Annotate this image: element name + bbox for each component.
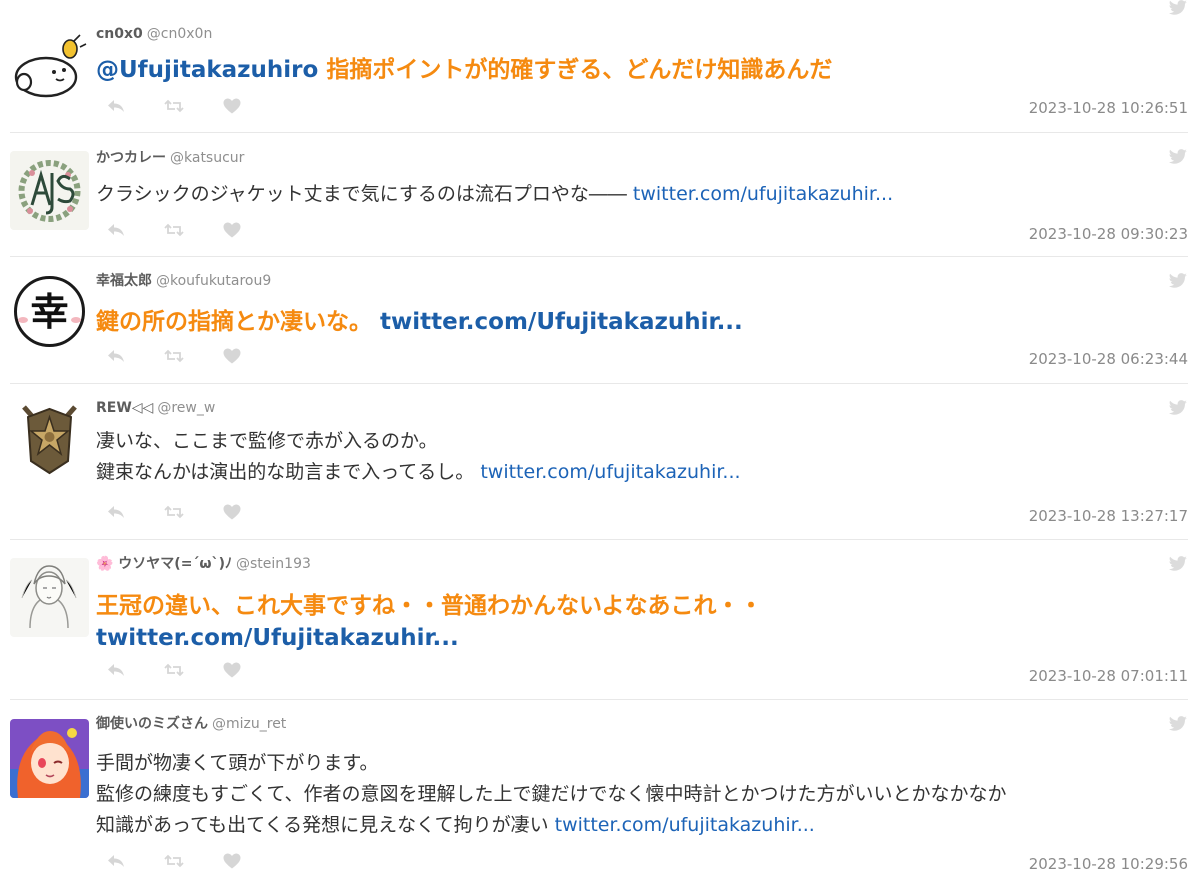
tweet-text-content: 王冠の違い、これ大事ですね・・普通わかんないよなあこれ・・ <box>96 593 763 619</box>
tweet-item: 御使いのミズさん @mizu_ret 手間が物凄くて頭が下がります。 監修の練度も… <box>10 700 1188 879</box>
tweet-link[interactable]: twitter.com/ufujitakazuhir... <box>555 814 815 836</box>
sketch-portrait-avatar-image <box>10 558 89 637</box>
tweet-item: かつカレー @katsucur クラシックのジャケット丈まで気にするのは流石プロや… <box>10 133 1188 257</box>
user-handle[interactable]: @stein193 <box>236 556 311 572</box>
tweet-text: 鍵の所の指摘とか凄いな。 twitter.com/Ufujitakazuhir.… <box>96 306 1184 338</box>
heart-icon[interactable] <box>222 346 242 366</box>
tweet-link[interactable]: twitter.com/ufujitakazuhir... <box>633 183 893 205</box>
reply-icon[interactable] <box>106 660 126 680</box>
twitter-bird-icon[interactable] <box>1168 149 1188 165</box>
reply-icon[interactable] <box>106 96 126 116</box>
tweet-item: REW◁◁ @rew_w 凄いな、ここまで監修で赤が入るのか。 鍵束なんかは演出的… <box>10 384 1188 540</box>
tweet-item: cn0x0 @cn0x0n @Ufujitakazuhiro 指摘ポイントが的確す… <box>10 0 1188 133</box>
kanji-avatar-image: 幸 <box>10 272 89 351</box>
retweet-icon[interactable] <box>164 660 184 680</box>
avatar[interactable] <box>10 151 89 230</box>
reply-icon[interactable] <box>106 220 126 240</box>
tweet-actions <box>106 96 280 116</box>
reply-icon[interactable] <box>106 851 126 871</box>
wreath-avatar-image <box>10 151 89 230</box>
user-handle[interactable]: @mizu_ret <box>212 716 286 732</box>
twitter-bird-icon[interactable] <box>1168 400 1188 416</box>
heart-icon[interactable] <box>222 96 242 116</box>
display-name[interactable]: 御使いのミズさん <box>96 716 208 732</box>
tweet-text: 王冠の違い、これ大事ですね・・普通わかんないよなあこれ・・ twitter.co… <box>96 590 1184 654</box>
timestamp[interactable]: 2023-10-28 09:30:23 <box>1029 224 1188 244</box>
tweet-header: 幸福太郎 @koufukutarou9 <box>96 272 271 290</box>
avatar[interactable] <box>10 719 89 798</box>
timestamp[interactable]: 2023-10-28 07:01:11 <box>1029 666 1188 686</box>
tweet-actions <box>106 502 280 522</box>
tweet-item: 🌸 ウソヤマ(=´ω`)ﾉ @stein193 王冠の違い、これ大事ですね・・普通… <box>10 540 1188 700</box>
medal-avatar-image <box>10 399 89 478</box>
display-name[interactable]: 🌸 ウソヤマ(=´ω`)ﾉ <box>96 556 232 572</box>
reply-icon[interactable] <box>106 346 126 366</box>
tweet-text: 凄いな、ここまで監修で赤が入るのか。 鍵束なんかは演出的な助言まで入ってるし。 … <box>96 426 1184 488</box>
timestamp[interactable]: 2023-10-28 13:27:17 <box>1029 506 1188 526</box>
tweet-text-content: クラシックのジャケット丈まで気にするのは流石プロやな―― <box>96 183 633 205</box>
display-name[interactable]: かつカレー <box>96 150 166 166</box>
avatar[interactable] <box>10 27 89 106</box>
display-name[interactable]: REW◁◁ <box>96 400 153 416</box>
heart-icon[interactable] <box>222 660 242 680</box>
tweet-link[interactable]: twitter.com/ufujitakazuhir... <box>480 461 740 483</box>
retweet-icon[interactable] <box>164 220 184 240</box>
avatar[interactable] <box>10 399 89 478</box>
tweet-text-content: 手間が物凄くて頭が下がります。 監修の練度もすごくて、作者の意図を理解した上で鍵… <box>96 752 1007 836</box>
user-handle[interactable]: @cn0x0n <box>147 26 213 42</box>
tweet-text: @Ufujitakazuhiro 指摘ポイントが的確すぎる、どんだけ知識あんだ <box>96 54 1184 86</box>
user-handle[interactable]: @katsucur <box>170 150 244 166</box>
tweet-text-content: 指摘ポイントが的確すぎる、どんだけ知識あんだ <box>318 57 833 83</box>
retweet-icon[interactable] <box>164 96 184 116</box>
user-handle[interactable]: @koufukutarou9 <box>156 273 271 289</box>
avatar[interactable] <box>10 558 89 637</box>
user-handle[interactable]: @rew_w <box>157 400 215 416</box>
timestamp[interactable]: 2023-10-28 06:23:44 <box>1029 349 1188 369</box>
tweet-actions <box>106 660 280 680</box>
anime-girl-avatar-image <box>10 719 89 798</box>
heart-icon[interactable] <box>222 220 242 240</box>
mention-link[interactable]: @Ufujitakazuhiro <box>96 57 318 83</box>
tweet-header: 御使いのミズさん @mizu_ret <box>96 715 286 733</box>
tweet-header: REW◁◁ @rew_w <box>96 399 215 417</box>
twitter-bird-icon[interactable] <box>1168 0 1188 16</box>
tweet-link[interactable]: twitter.com/Ufujitakazuhir... <box>96 625 459 651</box>
retweet-icon[interactable] <box>164 346 184 366</box>
timestamp[interactable]: 2023-10-28 10:29:56 <box>1029 854 1188 874</box>
tweet-header: cn0x0 @cn0x0n <box>96 25 212 43</box>
retweet-icon[interactable] <box>164 502 184 522</box>
avatar[interactable]: 幸 <box>10 272 89 351</box>
tweet-text-content: 凄いな、ここまで監修で赤が入るのか。 鍵束なんかは演出的な助言まで入ってるし。 <box>96 430 475 483</box>
tweet-actions <box>106 346 280 366</box>
tweet-header: かつカレー @katsucur <box>96 149 244 167</box>
twitter-bird-icon[interactable] <box>1168 556 1188 572</box>
twitter-bird-icon[interactable] <box>1168 716 1188 732</box>
tweet-text: 手間が物凄くて頭が下がります。 監修の練度もすごくて、作者の意図を理解した上で鍵… <box>96 748 1184 841</box>
timestamp[interactable]: 2023-10-28 10:26:51 <box>1029 98 1188 118</box>
display-name[interactable]: cn0x0 <box>96 26 143 42</box>
tweet-text-content: 鍵の所の指摘とか凄いな。 <box>96 309 381 335</box>
display-name[interactable]: 幸福太郎 <box>96 273 152 289</box>
seal-avatar-image <box>10 27 89 106</box>
heart-icon[interactable] <box>222 851 242 871</box>
twitter-bird-icon[interactable] <box>1168 273 1188 289</box>
tweet-link[interactable]: twitter.com/Ufujitakazuhir... <box>380 309 743 335</box>
tweet-header: 🌸 ウソヤマ(=´ω`)ﾉ @stein193 <box>96 555 311 573</box>
avatar-glyph: 幸 <box>30 290 68 334</box>
retweet-icon[interactable] <box>164 851 184 871</box>
tweet-actions <box>106 220 280 240</box>
heart-icon[interactable] <box>222 502 242 522</box>
tweet-item: 幸 幸福太郎 @koufukutarou9 鍵の所の指摘とか凄いな。 twitte… <box>10 257 1188 384</box>
tweet-actions <box>106 851 280 871</box>
tweet-feed: cn0x0 @cn0x0n @Ufujitakazuhiro 指摘ポイントが的確す… <box>0 0 1200 879</box>
reply-icon[interactable] <box>106 502 126 522</box>
tweet-text: クラシックのジャケット丈まで気にするのは流石プロやな―― twitter.com… <box>96 179 1184 210</box>
